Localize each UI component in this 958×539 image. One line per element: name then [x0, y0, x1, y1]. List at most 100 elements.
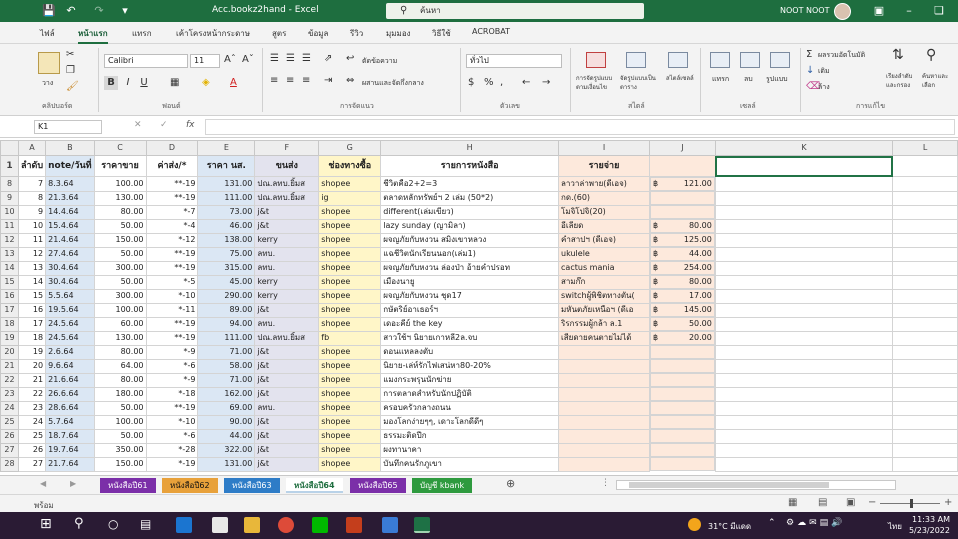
row-header[interactable]: 20 — [0, 344, 19, 360]
cell-order[interactable]: 27 — [17, 456, 47, 472]
tab-insert[interactable]: แทรก — [132, 27, 152, 40]
cell-channel[interactable]: shopee — [318, 260, 382, 276]
cell-shipping[interactable]: *-12 — [145, 232, 199, 248]
store-icon[interactable] — [212, 517, 228, 533]
cell-expense-item[interactable]: เสียดายคนตายไม่ได้ — [558, 330, 650, 346]
format-table-icon[interactable] — [626, 52, 646, 68]
cell-note-date[interactable]: 14.4.64 — [45, 204, 95, 220]
header-k[interactable] — [714, 155, 894, 177]
cell-expense-amount[interactable]: ฿ 80.00 — [649, 219, 715, 233]
cut-icon[interactable]: ✂ — [66, 48, 74, 62]
cell-order[interactable]: 17 — [17, 316, 47, 332]
cell-note-date[interactable]: 28.6.64 — [45, 400, 95, 416]
cell-shipping[interactable]: **-19 — [145, 400, 199, 416]
column-header-k[interactable]: K — [714, 140, 894, 156]
cell-net-price[interactable]: 89.00 — [197, 302, 256, 318]
cell-expense-item[interactable] — [558, 386, 650, 402]
sheet-tab[interactable]: หนังสือปี62 — [162, 478, 218, 493]
cell-book-title[interactable]: ธรรมะติดปีก — [380, 428, 560, 444]
cell-net-price[interactable]: 71.00 — [197, 372, 256, 388]
cell-order[interactable]: 13 — [17, 260, 47, 276]
cell-k[interactable] — [714, 288, 894, 304]
cell-expense-amount[interactable] — [649, 387, 715, 401]
cell-channel[interactable]: shopee — [318, 204, 382, 220]
cell-expense-item[interactable] — [558, 358, 650, 374]
file-explorer-icon[interactable] — [244, 517, 260, 533]
cell-carrier[interactable]: ปณ.ลทบ.ยิ้มส — [254, 330, 320, 346]
header-sale-price[interactable]: ราคาขาย — [93, 155, 147, 177]
cell-shipping[interactable]: *-19 — [145, 456, 199, 472]
cell-expense-amount[interactable] — [649, 345, 715, 359]
cell-shipping[interactable]: *-6 — [145, 428, 199, 444]
cell-expense-item[interactable]: ริรกรรมผู้กล้า ล.1 — [558, 316, 650, 332]
cell-channel[interactable]: shopee — [318, 428, 382, 444]
cell-order[interactable]: 25 — [17, 428, 47, 444]
cell-note-date[interactable]: 21.6.64 — [45, 372, 95, 388]
row-header[interactable]: 1 — [0, 155, 19, 177]
column-header-a[interactable]: A — [17, 140, 47, 156]
align-right-icon[interactable]: ≡ — [302, 74, 310, 88]
header-net-price[interactable]: ราคา นส. — [197, 155, 256, 177]
fill-icon[interactable]: ↓ — [806, 64, 814, 78]
cell-shipping[interactable]: *-28 — [145, 442, 199, 458]
cell-book-title[interactable]: แมงกระพรุนนักฆ่าย — [380, 372, 560, 388]
cell-sale-price[interactable]: 100.00 — [93, 176, 147, 192]
cell-sale-price[interactable]: 50.00 — [93, 400, 147, 416]
cell-net-price[interactable]: 322.00 — [197, 442, 256, 458]
cell-carrier[interactable]: j&t — [254, 414, 320, 430]
cell-expense-item[interactable]: กด.(60) — [558, 190, 650, 206]
user-name[interactable]: NOOT NOOT — [780, 6, 829, 15]
chrome-icon[interactable] — [278, 517, 294, 533]
cell-shipping[interactable]: **-19 — [145, 176, 199, 192]
cell-book-title[interactable]: สาวใช้ฯ นิยายเกาหลี2ล.จบ — [380, 330, 560, 346]
tab-review[interactable]: รีวิว — [350, 27, 363, 40]
cell-net-price[interactable]: 111.00 — [197, 330, 256, 346]
cell-expense-amount[interactable] — [649, 191, 715, 205]
cell-book-title[interactable]: ชีวิตคือ2+2=3 — [380, 176, 560, 192]
cell-channel[interactable]: shopee — [318, 218, 382, 234]
cell-expense-amount[interactable]: ฿ 80.00 — [649, 275, 715, 289]
enter-icon[interactable]: ✓ — [160, 120, 168, 130]
insert-function-icon[interactable]: fx — [186, 120, 195, 130]
cell-carrier[interactable]: ลทบ. — [254, 246, 320, 262]
cell-l[interactable] — [892, 330, 958, 346]
cell-expense-amount[interactable]: ฿ 125.00 — [649, 233, 715, 247]
cell-expense-item[interactable] — [558, 372, 650, 388]
cell-carrier[interactable]: ลทบ. — [254, 316, 320, 332]
cell-expense-item[interactable]: สามก๊ก — [558, 274, 650, 290]
cell-order[interactable]: 8 — [17, 190, 47, 206]
cell-carrier[interactable]: j&t — [254, 428, 320, 444]
cell-carrier[interactable]: kerry — [254, 288, 320, 304]
header-carrier[interactable]: ขนส่ง — [254, 155, 320, 177]
cell-note-date[interactable]: 5.5.64 — [45, 288, 95, 304]
cell-expense-amount[interactable] — [649, 457, 715, 471]
cell-order[interactable]: 12 — [17, 246, 47, 262]
row-header[interactable]: 11 — [0, 218, 19, 234]
minimize-icon[interactable]: – — [902, 4, 916, 18]
header-expense[interactable]: รายจ่าย — [558, 155, 650, 177]
column-header-b[interactable]: B — [45, 140, 95, 156]
cell-expense-item[interactable] — [558, 442, 650, 458]
cell-sale-price[interactable]: 50.00 — [93, 428, 147, 444]
wrap-text-label[interactable]: ตัดข้อความ — [362, 56, 397, 67]
wrap-text-icon[interactable]: ↩ — [346, 52, 354, 66]
cell-styles-icon[interactable] — [668, 52, 688, 68]
tab-data[interactable]: ข้อมูล — [308, 27, 328, 40]
cell-k[interactable] — [714, 176, 894, 192]
cell-sale-price[interactable]: 150.00 — [93, 232, 147, 248]
cell-net-price[interactable]: 46.00 — [197, 218, 256, 234]
cell-channel[interactable]: shopee — [318, 372, 382, 388]
cell-l[interactable] — [892, 176, 958, 192]
cell-expense-item[interactable]: โมจิโปจิ(20) — [558, 204, 650, 220]
cell-shipping[interactable]: *-7 — [145, 204, 199, 220]
underline-button[interactable]: U — [138, 76, 150, 90]
windows-start-icon[interactable]: ⊞ — [40, 516, 52, 532]
cell-net-price[interactable]: 138.00 — [197, 232, 256, 248]
cell-carrier[interactable]: j&t — [254, 204, 320, 220]
decrease-decimal-icon[interactable]: → — [542, 76, 550, 90]
cell-shipping[interactable]: *-5 — [145, 274, 199, 290]
cell-carrier[interactable]: j&t — [254, 302, 320, 318]
column-header-f[interactable]: F — [254, 140, 320, 156]
cell-book-title[interactable]: ผงทานาคา — [380, 442, 560, 458]
cell-l[interactable] — [892, 204, 958, 220]
